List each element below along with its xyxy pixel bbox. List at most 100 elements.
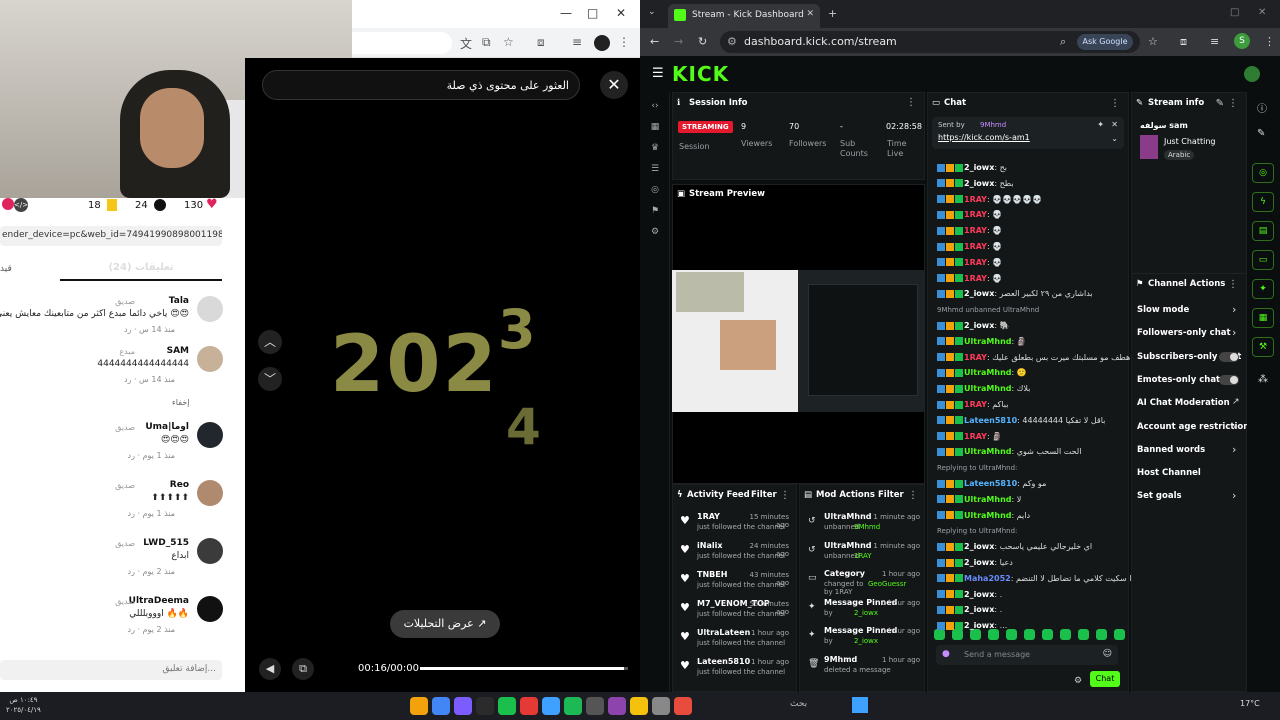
taskbar-app-icon[interactable] xyxy=(608,697,626,715)
sidebar-trophy-icon[interactable]: ♛ xyxy=(648,143,662,157)
sidebar-dashboard-icon[interactable]: ▦ xyxy=(648,122,662,136)
channel-actions-menu-icon[interactable]: ⋮ xyxy=(1228,279,1238,290)
pinned-link[interactable]: https://kick.com/s-am1 xyxy=(938,133,1030,142)
comment-meta[interactable]: منذ 14 س · رد xyxy=(124,375,175,384)
emote-bar[interactable] xyxy=(934,629,1125,643)
bookmark-star-icon[interactable]: ☆ xyxy=(503,35,519,51)
comment-author[interactable]: LWD_515 xyxy=(143,538,189,548)
previous-video-button[interactable]: ︿ xyxy=(258,330,282,354)
taskbar-app-icon[interactable] xyxy=(586,697,604,715)
search-icon[interactable]: ⌕ xyxy=(1060,35,1066,49)
chat-username[interactable]: 2_iowx xyxy=(964,590,994,599)
emote-icon[interactable] xyxy=(970,629,981,640)
comment-avatar[interactable] xyxy=(197,296,223,322)
left-address-bar[interactable] xyxy=(352,32,452,54)
back-icon[interactable]: ← xyxy=(650,35,659,48)
weather-temp[interactable]: 17°C xyxy=(1240,699,1260,708)
comment-author[interactable]: SAM xyxy=(167,346,189,356)
info-icon[interactable]: ⓘ xyxy=(1257,100,1267,115)
stream-preview-video[interactable] xyxy=(672,270,925,412)
activity-feed-menu-icon[interactable]: ⋮ xyxy=(780,490,790,501)
chat-username[interactable]: Lateen5810 xyxy=(964,416,1017,425)
comment-avatar[interactable] xyxy=(197,346,223,372)
taskbar-app-icon[interactable] xyxy=(520,697,538,715)
chat-username[interactable]: 2_iowx xyxy=(964,179,994,188)
mod-action-name[interactable]: UltraMhnd xyxy=(824,541,871,550)
browser-menu-icon[interactable]: ⋮ xyxy=(1264,35,1275,48)
bookmark-star-icon[interactable]: ☆ xyxy=(1148,35,1158,48)
expand-pin-icon[interactable]: ⌄ xyxy=(1111,134,1118,143)
activity-user[interactable]: TNBEH xyxy=(697,570,727,579)
embed-icon[interactable]: </> xyxy=(14,198,28,212)
active-tab[interactable]: Stream - Kick Dashboard ✕ xyxy=(668,4,820,28)
browser-menu-icon[interactable]: ⋮ xyxy=(618,35,634,51)
chat-username[interactable]: 1RAY xyxy=(964,400,987,409)
chat-username[interactable]: 1RAY xyxy=(964,210,987,219)
chat-username[interactable]: 1RAY xyxy=(964,226,987,235)
rail-list-icon[interactable]: ▤ xyxy=(1252,221,1274,241)
rail-more-icon[interactable]: ⁂ xyxy=(1258,374,1268,385)
session-info-menu-icon[interactable]: ⋮ xyxy=(906,97,916,108)
chat-username[interactable]: Maha2052 xyxy=(964,574,1011,583)
rail-lightning-icon[interactable]: ϟ xyxy=(1252,192,1274,212)
category-name[interactable]: Just Chatting xyxy=(1164,137,1215,146)
share-dot-icon[interactable] xyxy=(2,198,14,210)
mod-action-target[interactable]: 2_iowx xyxy=(854,609,878,617)
toggle-switch[interactable] xyxy=(1219,351,1239,362)
sidebar-community-icon[interactable]: ☰ xyxy=(648,164,662,178)
taskbar-app-icon[interactable] xyxy=(498,697,516,715)
taskbar-app-icon[interactable] xyxy=(432,697,450,715)
tab-search-icon[interactable]: ⌄ xyxy=(648,7,656,17)
chevron-right-icon[interactable]: › xyxy=(1232,489,1236,502)
mod-action-target[interactable]: 9Mhmd xyxy=(854,523,880,531)
mod-action-name[interactable]: 9Mhmd xyxy=(824,655,857,664)
forward-icon[interactable]: → xyxy=(674,35,683,48)
close-video-icon[interactable]: ✕ xyxy=(600,71,628,99)
channel-action-banned-words[interactable]: Banned words xyxy=(1137,445,1205,455)
mod-filter-button[interactable]: Filter xyxy=(878,490,904,500)
emote-icon[interactable] xyxy=(1078,629,1089,640)
comment-avatar[interactable] xyxy=(197,480,223,506)
profile-avatar[interactable]: S xyxy=(1234,33,1250,49)
send-chat-button[interactable]: Chat xyxy=(1090,671,1120,687)
emote-icon[interactable] xyxy=(934,629,945,640)
sidebar-flag-icon[interactable]: ⚑ xyxy=(648,206,662,220)
rail-tool-icon[interactable]: ⚒ xyxy=(1252,337,1274,357)
chat-username[interactable]: UltraMhnd xyxy=(964,495,1011,504)
activity-user[interactable]: iNalix xyxy=(697,541,722,550)
mic-icon[interactable]: ● xyxy=(942,649,950,659)
comment-author[interactable]: UltraDeema xyxy=(129,596,189,606)
pencil-icon[interactable]: ✎ xyxy=(1257,128,1265,139)
comment-author[interactable]: Tala xyxy=(169,296,189,306)
media-controls-icon[interactable]: ≡ xyxy=(572,35,588,51)
extensions-icon[interactable]: ⧈ xyxy=(537,35,553,51)
chat-username[interactable]: 2_iowx xyxy=(964,321,994,330)
pin-icon[interactable]: ✦ xyxy=(1097,120,1104,129)
chat-username[interactable]: 2_iowx xyxy=(964,605,994,614)
emote-icon[interactable] xyxy=(1024,629,1035,640)
chevron-right-icon[interactable]: › xyxy=(1232,303,1236,316)
stream-info-menu-icon[interactable]: ⋮ xyxy=(1228,98,1238,109)
emote-icon[interactable] xyxy=(988,629,999,640)
hide-replies-button[interactable]: إخفاء xyxy=(172,398,189,407)
mod-action-name[interactable]: Category xyxy=(824,569,865,578)
chat-username[interactable]: 1RAY xyxy=(964,258,987,267)
video-url[interactable]: ender_device=pc&web_id=74941990898001198… xyxy=(0,226,222,246)
mod-action-target[interactable]: 1RAY xyxy=(854,552,872,560)
chat-username[interactable]: 2_iowx xyxy=(964,163,994,172)
install-app-icon[interactable]: ⧉ xyxy=(482,35,498,51)
taskbar-app-icon[interactable] xyxy=(630,697,648,715)
rail-camera-icon[interactable]: ◎ xyxy=(1252,163,1274,183)
channel-action-host-channel[interactable]: Host Channel xyxy=(1137,468,1201,478)
translate-icon[interactable]: 文 xyxy=(460,35,476,51)
hamburger-menu-icon[interactable]: ☰ xyxy=(652,66,664,81)
taskbar-app-icon[interactable] xyxy=(410,697,428,715)
external-link-icon[interactable]: ↗ xyxy=(1232,397,1240,407)
emote-icon[interactable] xyxy=(1060,629,1071,640)
taskbar-app-icon[interactable] xyxy=(454,697,472,715)
pinned-message[interactable]: Sent by 9Mhmd https://kick.com/s-am1 ✦ ✕… xyxy=(932,117,1124,149)
chat-username[interactable]: 1RAY xyxy=(964,242,987,251)
emoji-icon[interactable]: ☺ xyxy=(1103,649,1112,659)
rail-grid-icon[interactable]: ▦ xyxy=(1252,308,1274,328)
close-window-icon[interactable]: ✕ xyxy=(616,6,634,20)
